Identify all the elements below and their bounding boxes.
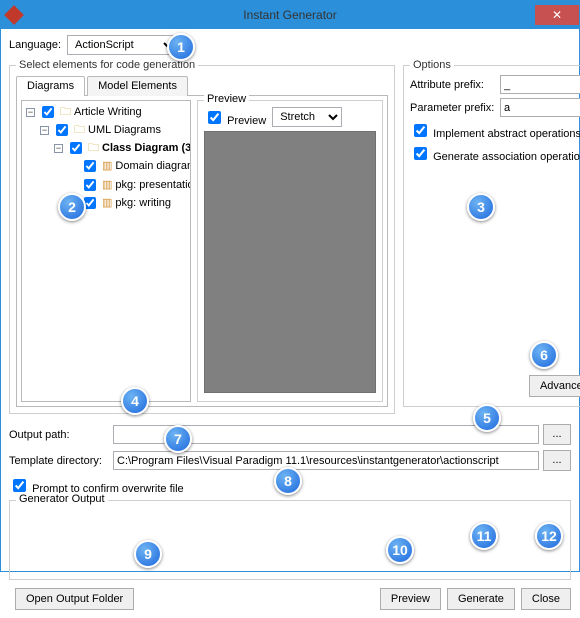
attr-prefix-label: Attribute prefix: (410, 79, 500, 91)
advanced-options-button[interactable]: Advanced Options... (529, 375, 580, 397)
tree-check[interactable] (56, 124, 68, 136)
output-path-input[interactable] (113, 425, 539, 444)
folder-icon: 🗀 (88, 140, 99, 156)
diagram-icon: ▥ (102, 177, 112, 193)
options-legend: Options (410, 59, 454, 71)
tree-label: pkg: writing (115, 195, 171, 211)
gen-assoc-option[interactable]: Generate association operations (410, 144, 580, 163)
preview-group: Preview Preview Stretch (197, 100, 383, 402)
tree-check[interactable] (84, 197, 96, 209)
diagram-icon: ▥ (102, 158, 112, 174)
folder-icon: 🗀 (60, 104, 71, 120)
tree-check[interactable] (70, 142, 82, 154)
open-output-folder-button[interactable]: Open Output Folder (15, 588, 134, 610)
tree-label: Domain diagram (115, 158, 191, 174)
output-path-label: Output path: (9, 429, 107, 441)
tree-label: Article Writing (74, 104, 142, 120)
language-label: Language: (9, 39, 61, 51)
tree-check[interactable] (84, 179, 96, 191)
options-group: Options Attribute prefix: Parameter pref… (403, 59, 580, 407)
select-elements-group: Select elements for code generation Diag… (9, 59, 395, 414)
attr-prefix-input[interactable] (500, 75, 580, 94)
app-icon (4, 5, 24, 25)
template-dir-browse-button[interactable]: ... (543, 450, 571, 471)
tree-check[interactable] (42, 106, 54, 118)
tree-label: UML Diagrams (88, 122, 161, 138)
generator-output-legend: Generator Output (16, 493, 108, 505)
tree-check[interactable] (84, 160, 96, 172)
dialog-window: Instant Generator ✕ Language: ActionScri… (0, 0, 580, 572)
preview-checkbox-label[interactable]: Preview (204, 108, 266, 127)
impl-abstract-option[interactable]: Implement abstract operations (410, 121, 580, 140)
preview-canvas (204, 131, 376, 393)
window-title: Instant Generator (243, 8, 336, 22)
param-prefix-input[interactable] (500, 98, 580, 117)
preview-mode-select[interactable]: Stretch (272, 107, 342, 127)
language-select[interactable]: ActionScript (67, 35, 177, 55)
preview-button[interactable]: Preview (380, 588, 441, 610)
folder-icon: 🗀 (74, 122, 85, 138)
expand-icon[interactable]: − (26, 108, 35, 117)
close-window-button[interactable]: ✕ (535, 5, 579, 25)
template-dir-label: Template directory: (9, 455, 107, 467)
tree-label: Class Diagram (3) (102, 140, 191, 156)
generator-output-group: Generator Output (9, 500, 571, 580)
element-tree[interactable]: −🗀Article Writing −🗀UML Diagrams −🗀Class… (21, 100, 191, 402)
output-path-browse-button[interactable]: ... (543, 424, 571, 445)
generate-button[interactable]: Generate (447, 588, 515, 610)
diagram-icon: ▥ (102, 195, 112, 211)
tab-diagrams[interactable]: Diagrams (16, 76, 85, 96)
expand-icon[interactable]: − (54, 144, 63, 153)
preview-checkbox[interactable] (208, 111, 221, 124)
titlebar: Instant Generator ✕ (1, 1, 579, 29)
close-button[interactable]: Close (521, 588, 571, 610)
template-dir-input[interactable] (113, 451, 539, 470)
param-prefix-label: Parameter prefix: (410, 102, 500, 114)
select-elements-legend: Select elements for code generation (16, 59, 198, 71)
tab-model-elements[interactable]: Model Elements (87, 76, 188, 96)
expand-icon[interactable]: − (40, 126, 49, 135)
tree-label: pkg: presentation (115, 177, 191, 193)
